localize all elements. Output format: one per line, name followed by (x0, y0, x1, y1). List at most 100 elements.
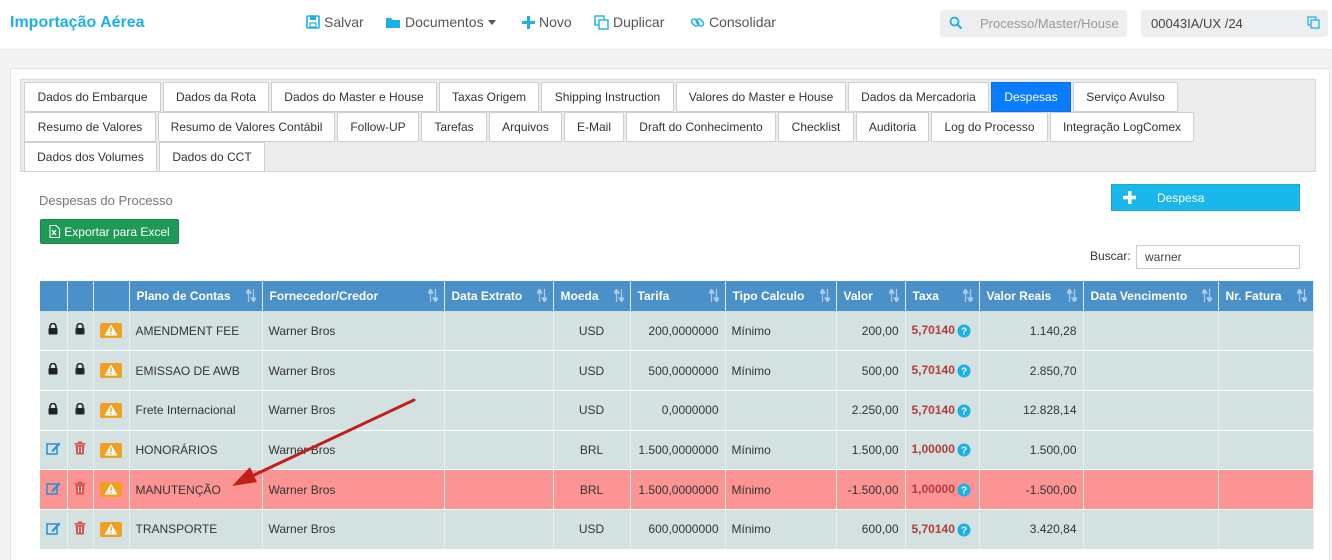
tab-dados-mercadoria[interactable]: Dados da Mercadoria (848, 82, 989, 112)
warning-badge[interactable] (100, 442, 122, 458)
table-row[interactable]: EMISSAO DE AWB Warner Bros USD 500,0000000 M… (40, 350, 1314, 391)
warning-badge[interactable] (100, 402, 122, 418)
row-warning[interactable] (93, 509, 130, 550)
column-header-label: Nr. Fatura (1225, 289, 1282, 303)
help-icon[interactable]: ? (957, 443, 971, 457)
sort-icon (427, 289, 438, 302)
row-action-1[interactable] (40, 509, 68, 550)
tab-servico-avulso[interactable]: Serviço Avulso (1073, 82, 1178, 112)
row-warning[interactable] (93, 350, 130, 391)
search-icon[interactable] (949, 16, 963, 30)
row-warning[interactable] (93, 311, 130, 352)
column-header[interactable]: Plano de Contas (129, 281, 263, 311)
tab-email[interactable]: E-Mail (564, 112, 624, 142)
column-header[interactable]: Taxa (905, 281, 980, 311)
warning-badge[interactable] (100, 521, 122, 537)
column-header (67, 281, 94, 311)
tab-taxas-origem[interactable]: Taxas Origem (439, 82, 539, 112)
row-action-2[interactable] (67, 430, 94, 471)
column-header[interactable]: Tipo Calculo (725, 281, 837, 311)
table-row[interactable]: Frete Internacional Warner Bros USD 0,00000… (40, 390, 1314, 431)
warning-badge[interactable] (100, 482, 122, 498)
tab-checklist[interactable]: Checklist (778, 112, 854, 142)
tab-dados-cct[interactable]: Dados do CCT (159, 142, 265, 172)
tab-dados-master-house[interactable]: Dados do Master e House (271, 82, 437, 112)
tab-despesas[interactable]: Despesas (991, 82, 1071, 112)
export-excel-button[interactable]: Exportar para Excel (40, 219, 179, 244)
tab-draft-conhecimento[interactable]: Draft do Conhecimento (626, 112, 776, 142)
tab-arquivos[interactable]: Arquivos (489, 112, 562, 142)
tab-valores-master-house[interactable]: Valores do Master e House (676, 82, 846, 112)
column-header[interactable]: Tarifa (630, 281, 726, 311)
tab-dados-rota[interactable]: Dados da Rota (163, 82, 269, 112)
tab-resumo-valores[interactable]: Resumo de Valores (24, 112, 156, 142)
column-header-label: Tarifa (637, 289, 670, 303)
tab-auditoria[interactable]: Auditoria (856, 112, 929, 142)
row-warning[interactable] (93, 430, 130, 471)
consolidar-button[interactable]: Consolidar (690, 14, 776, 30)
column-header[interactable]: Data Vencimento (1083, 281, 1219, 311)
cell-plano: TRANSPORTE (129, 509, 263, 550)
column-header[interactable]: Valor (836, 281, 906, 311)
duplicar-button[interactable]: Duplicar (594, 14, 664, 30)
tab-resumo-valores-contabil[interactable]: Resumo de Valores Contábil (158, 112, 335, 142)
tab-integracao-logcomex[interactable]: Integração LogComex (1050, 112, 1194, 142)
column-header-label: Data Vencimento (1090, 289, 1188, 303)
help-icon[interactable]: ? (957, 523, 971, 537)
copy-icon[interactable] (1307, 16, 1320, 29)
help-icon[interactable]: ? (957, 324, 971, 338)
column-header[interactable]: Nr. Fatura (1218, 281, 1314, 311)
svg-text:?: ? (961, 366, 967, 377)
row-action-2[interactable] (67, 509, 94, 550)
edit-icon[interactable] (46, 481, 61, 495)
trash-icon[interactable] (74, 521, 86, 535)
app-title: Importação Aérea (10, 14, 145, 31)
column-header-label: Data Extrato (451, 289, 523, 303)
table-header-row: Plano de Contas Fornecedor/Credor Data Ext… (40, 281, 1314, 311)
cell-fatura (1218, 390, 1314, 431)
help-icon[interactable]: ? (957, 404, 971, 418)
row-warning[interactable] (93, 390, 130, 431)
help-icon[interactable]: ? (957, 364, 971, 378)
row-action-1[interactable] (40, 469, 68, 510)
duplicar-label: Duplicar (613, 14, 665, 30)
tab-dados-embarque[interactable]: Dados do Embarque (24, 82, 161, 112)
row-warning[interactable] (93, 469, 130, 510)
documentos-dropdown[interactable]: Documentos (385, 14, 496, 30)
buscar-input[interactable] (1136, 245, 1300, 269)
tab-tarefas[interactable]: Tarefas (421, 112, 487, 142)
save-button[interactable]: Salvar (306, 14, 364, 30)
column-header[interactable]: Valor Reais (979, 281, 1084, 311)
tab-shipping-instruction[interactable]: Shipping Instruction (541, 82, 674, 112)
novo-button[interactable]: Novo (522, 14, 572, 30)
tab-dados-volumes[interactable]: Dados dos Volumes (24, 142, 157, 172)
row-action-1[interactable] (40, 430, 68, 471)
add-despesa-button[interactable]: Despesa (1111, 184, 1300, 211)
row-action-2[interactable] (67, 469, 94, 510)
table-row[interactable]: MANUTENÇÃO Warner Bros BRL 1.500,0000000 Mín… (40, 469, 1314, 510)
help-icon[interactable]: ? (957, 483, 971, 497)
tab-follow-up[interactable]: Follow-UP (337, 112, 419, 142)
table-row[interactable]: HONORÁRIOS Warner Bros BRL 1.500,0000000 Mín… (40, 430, 1314, 471)
cell-valor: 500,00 (836, 350, 906, 391)
warning-badge[interactable] (100, 323, 122, 339)
process-search-input[interactable] (980, 14, 1120, 33)
column-header[interactable]: Fornecedor/Credor (262, 281, 445, 311)
column-header[interactable]: Moeda (553, 281, 631, 311)
table-row[interactable]: AMENDMENT FEE Warner Bros USD 200,0000000 Mí… (40, 311, 1314, 352)
taxa-value: 1,00000 (911, 442, 955, 457)
cell-fatura (1218, 469, 1314, 510)
edit-icon[interactable] (46, 521, 61, 535)
table-row[interactable]: TRANSPORTE Warner Bros USD 600,0000000 Mínim… (40, 509, 1314, 550)
trash-icon[interactable] (74, 441, 86, 455)
column-header[interactable]: Data Extrato (444, 281, 554, 311)
cell-tarifa: 500,0000000 (630, 350, 726, 391)
cell-vencimento (1083, 430, 1219, 471)
warning-badge[interactable] (100, 363, 122, 379)
trash-icon[interactable] (74, 481, 86, 495)
column-header-label: Tipo Calculo (732, 289, 805, 303)
folder-icon (386, 17, 400, 28)
edit-icon[interactable] (46, 441, 61, 456)
tab-log-processo[interactable]: Log do Processo (931, 112, 1048, 142)
taxa-value: 1,00000 (911, 482, 955, 497)
